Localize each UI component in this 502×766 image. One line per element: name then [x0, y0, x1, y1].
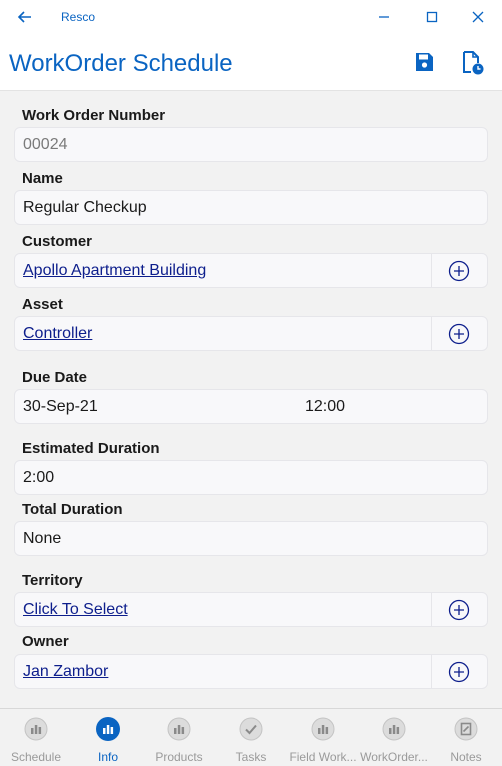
due-date-label: Due Date	[22, 369, 88, 386]
territory-field: Click To Select	[14, 592, 488, 627]
page-header: WorkOrder Schedule	[0, 34, 502, 91]
title-bar: Resco	[0, 0, 502, 34]
check-icon	[239, 717, 263, 741]
work-order-number-label: Work Order Number	[22, 107, 166, 124]
plus-circle-icon	[448, 323, 470, 345]
tab-label: Schedule	[10, 750, 62, 764]
save-and-close-icon[interactable]	[460, 50, 484, 75]
plus-circle-icon	[448, 661, 470, 683]
tab-label: Notes	[450, 750, 482, 764]
back-arrow-icon[interactable]	[14, 6, 36, 28]
owner-field: Jan Zambor	[14, 654, 488, 689]
due-date-time[interactable]: 12:00	[305, 398, 345, 416]
owner-label: Owner	[22, 633, 69, 650]
plus-circle-icon	[448, 599, 470, 621]
work-order-number-value: 00024	[23, 136, 68, 153]
name-value: Regular Checkup	[23, 199, 147, 216]
name-field[interactable]: Regular Checkup	[14, 190, 488, 225]
estimated-duration-value: 2:00	[23, 469, 55, 486]
territory-link[interactable]: Click To Select	[23, 601, 128, 619]
tab-label: Info	[97, 750, 118, 764]
territory-add-button[interactable]	[431, 593, 487, 626]
customer-add-button[interactable]	[431, 254, 487, 287]
record-form: Work Order Number 00024 Name Regular Che…	[0, 92, 502, 708]
total-duration-field[interactable]: None	[14, 521, 488, 556]
customer-label: Customer	[22, 233, 93, 250]
bottom-tab-bar: Schedule Info Products Tasks Field Work.…	[0, 708, 502, 766]
tab-tasks[interactable]: Tasks	[215, 709, 287, 766]
customer-link[interactable]: Apollo Apartment Building	[23, 262, 206, 280]
entity-icon	[311, 717, 335, 741]
total-duration-label: Total Duration	[22, 501, 123, 518]
tab-info[interactable]: Info	[72, 709, 144, 766]
save-icon[interactable]	[412, 50, 436, 74]
due-date-date[interactable]: 30-Sep-21	[23, 398, 98, 416]
asset-link[interactable]: Controller	[23, 325, 92, 343]
page-title: WorkOrder Schedule	[9, 50, 233, 77]
customer-field: Apollo Apartment Building	[14, 253, 488, 288]
total-duration-value: None	[23, 530, 62, 547]
minimize-icon[interactable]	[373, 6, 395, 28]
plus-circle-icon	[448, 260, 470, 282]
tab-products[interactable]: Products	[143, 709, 215, 766]
name-label: Name	[22, 170, 63, 187]
entity-icon	[96, 717, 120, 741]
territory-label: Territory	[22, 572, 83, 589]
owner-add-button[interactable]	[431, 655, 487, 688]
entity-icon	[382, 717, 406, 741]
work-order-number-field: 00024	[14, 127, 488, 162]
asset-add-button[interactable]	[431, 317, 487, 350]
tab-schedule[interactable]: Schedule	[0, 709, 72, 766]
close-icon[interactable]	[467, 6, 489, 28]
estimated-duration-label: Estimated Duration	[22, 440, 160, 457]
tab-label: WorkOrder...	[360, 750, 428, 764]
tab-field-work[interactable]: Field Work...	[287, 709, 359, 766]
tab-workorder[interactable]: WorkOrder...	[358, 709, 430, 766]
tab-label: Tasks	[235, 750, 267, 764]
tab-label: Field Work...	[289, 750, 357, 764]
tab-notes[interactable]: Notes	[430, 709, 502, 766]
tab-label: Products	[155, 750, 203, 764]
estimated-duration-field[interactable]: 2:00	[14, 460, 488, 495]
notes-icon	[454, 717, 478, 741]
entity-icon	[24, 717, 48, 741]
due-date-field: 30-Sep-21 12:00	[14, 389, 488, 424]
app-name: Resco	[61, 10, 96, 24]
asset-label: Asset	[22, 296, 63, 313]
entity-icon	[167, 717, 191, 741]
owner-link[interactable]: Jan Zambor	[23, 663, 108, 681]
maximize-icon[interactable]	[421, 6, 443, 28]
asset-field: Controller	[14, 316, 488, 351]
